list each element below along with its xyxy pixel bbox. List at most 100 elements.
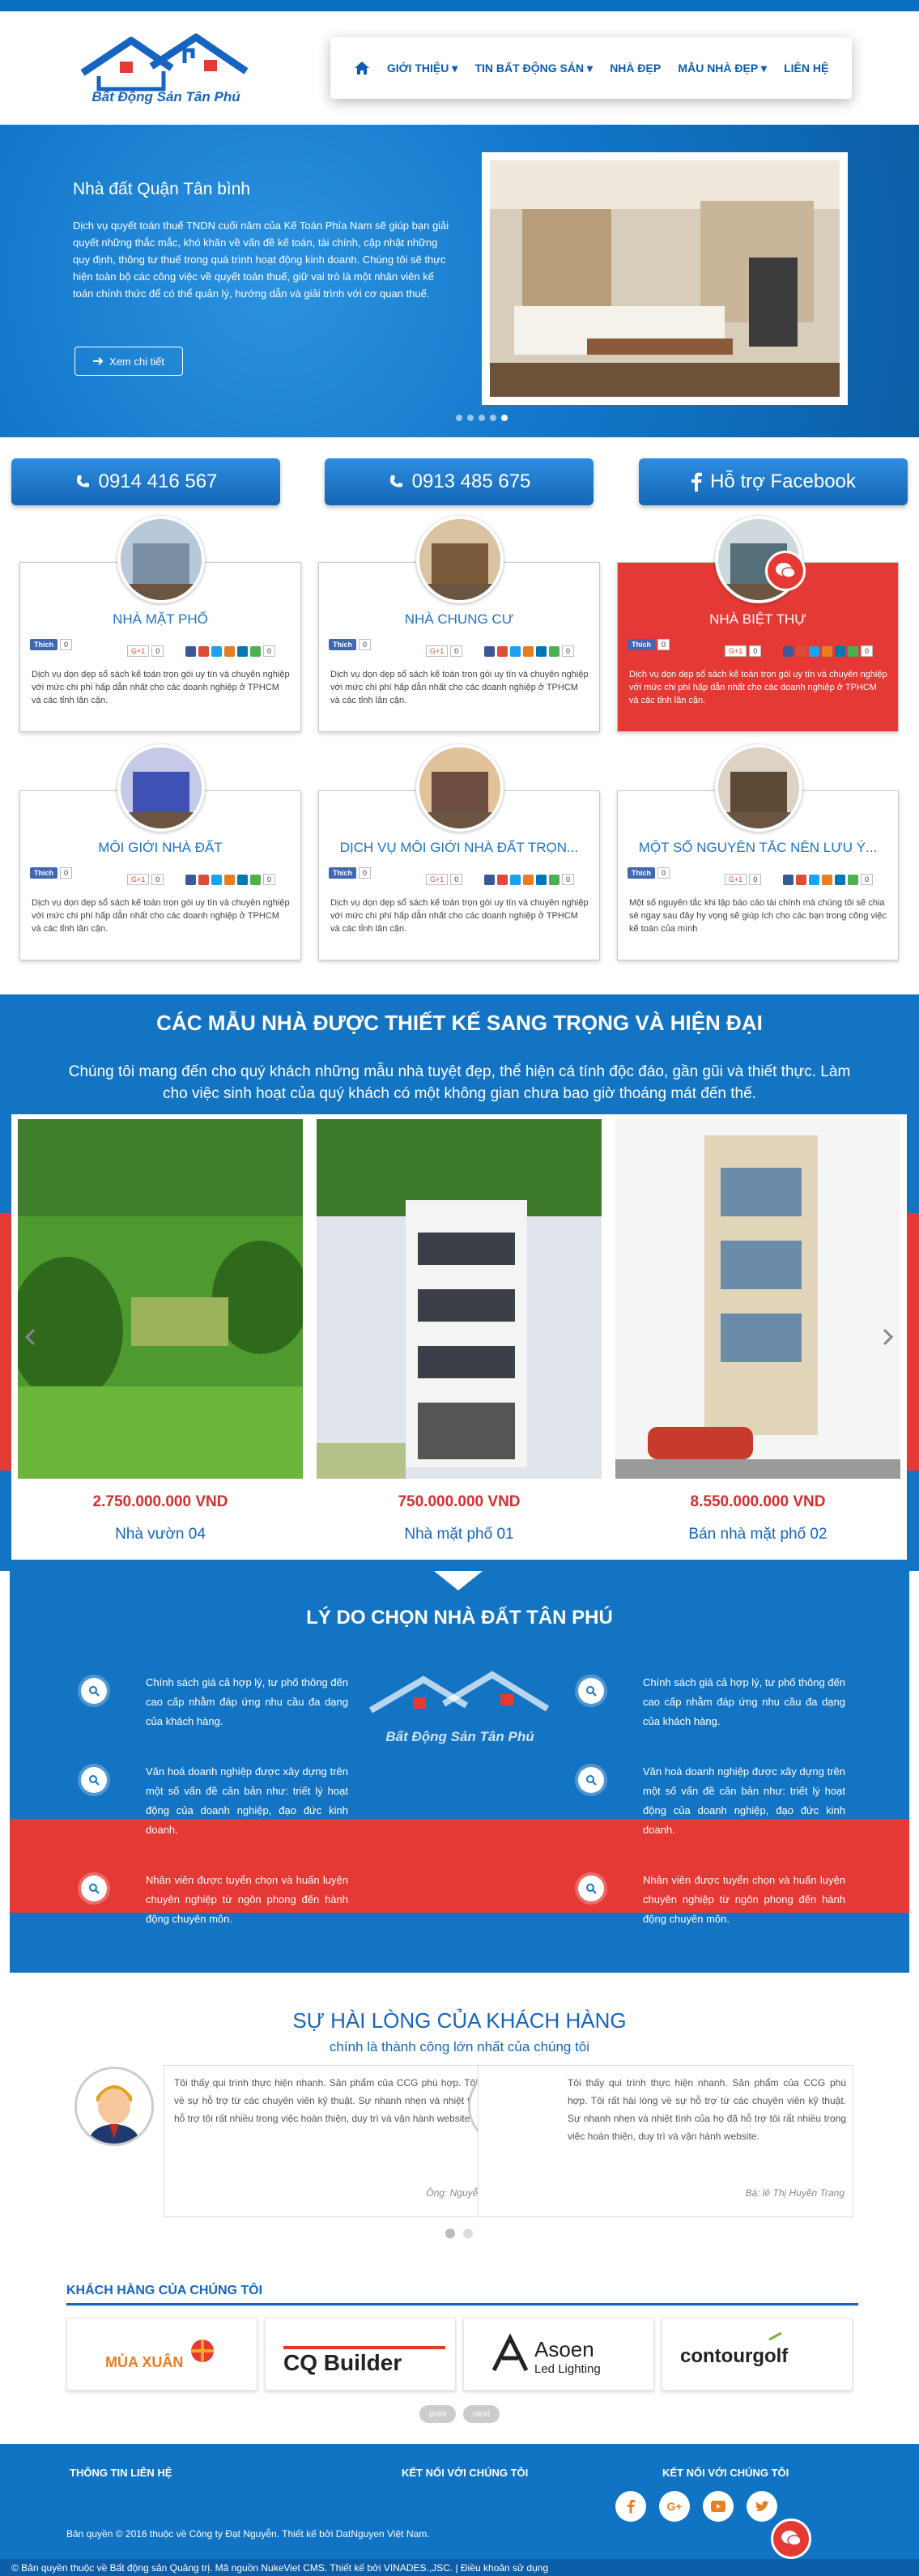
carousel-next-icon[interactable] xyxy=(883,1328,894,1346)
facebook-like-button[interactable]: Thích xyxy=(30,867,57,879)
model-name-link[interactable]: Nhà mặt phố 01 xyxy=(317,1526,602,1543)
plus-share-icon[interactable] xyxy=(549,645,559,657)
card-title[interactable]: NHÀ CHUNG CƯ xyxy=(319,611,599,628)
google-plus-button[interactable]: G+1 xyxy=(127,874,150,885)
testimonial-dot[interactable] xyxy=(463,2229,473,2238)
email-share-icon[interactable] xyxy=(224,645,235,657)
partners-prev-button[interactable]: prev xyxy=(419,2405,457,2423)
townhouse-01-image[interactable] xyxy=(317,1119,602,1479)
townhouse-02-image[interactable] xyxy=(615,1119,900,1479)
google-share-icon[interactable] xyxy=(497,874,508,885)
google-plus-button[interactable]: G+1 xyxy=(426,874,449,885)
slider-dot-active[interactable] xyxy=(501,415,508,421)
facebook-share-icon[interactable] xyxy=(185,874,196,885)
facebook-share-icon[interactable] xyxy=(783,645,793,657)
chat-button[interactable] xyxy=(771,2519,811,2559)
partners-next-button[interactable]: next xyxy=(463,2405,500,2423)
hotline-2-button[interactable]: 0913 485 675 xyxy=(325,458,594,505)
google-share-icon[interactable] xyxy=(198,874,209,885)
card-thumbnail[interactable] xyxy=(715,744,802,832)
service-card[interactable]: NHÀ CHUNG CƯ Thích 0 G+1 0 0 Dịch vụ dọn dẹp s… xyxy=(318,516,600,732)
card-title[interactable]: DỊCH VỤ MÔI GIỚI NHÀ ĐẤT TRỌN... xyxy=(319,840,599,856)
facebook-share-icon[interactable] xyxy=(484,645,495,657)
facebook-share-icon[interactable] xyxy=(484,874,495,885)
linkedin-share-icon[interactable] xyxy=(237,645,248,657)
facebook-share-icon[interactable] xyxy=(783,874,793,885)
model-name-link[interactable]: Bán nhà mặt phố 02 xyxy=(615,1526,900,1543)
google-share-icon[interactable] xyxy=(796,874,806,885)
partner-logo-asoen[interactable]: Asoen Led Lighting xyxy=(463,2318,654,2391)
hotline-1-button[interactable]: 0914 416 567 xyxy=(11,458,280,505)
twitter-share-icon[interactable] xyxy=(809,645,819,657)
slider-dot[interactable] xyxy=(456,415,462,421)
nav-lien-he[interactable]: LIÊN HỆ xyxy=(784,62,828,75)
service-card[interactable]: NHÀ MẶT PHỐ Thích 0 G+1 0 0 Dịch vụ dọn dẹp sổ… xyxy=(19,516,301,732)
service-card[interactable]: NHÀ BIỆT THỰ Thích 0 G+1 0 0 Dịch vụ dọn dẹp s… xyxy=(617,516,899,732)
card-title[interactable]: NHÀ BIỆT THỰ xyxy=(618,611,898,628)
twitter-share-icon[interactable] xyxy=(211,874,222,885)
nav-tin-bat-dong-san[interactable]: TIN BẤT ĐỘNG SẢN ▾ xyxy=(474,62,592,75)
plus-share-icon[interactable] xyxy=(848,645,858,657)
linkedin-share-icon[interactable] xyxy=(835,874,845,885)
twitter-share-icon[interactable] xyxy=(510,874,521,885)
twitter-share-icon[interactable] xyxy=(211,645,222,657)
facebook-like-button[interactable]: Thích xyxy=(329,639,356,650)
partner-logo-contourgolf[interactable]: contourgolf xyxy=(662,2318,853,2391)
google-share-icon[interactable] xyxy=(198,645,209,657)
google-share-icon[interactable] xyxy=(796,645,806,657)
youtube-link[interactable] xyxy=(703,2491,734,2522)
garden-house-image[interactable] xyxy=(18,1119,303,1479)
facebook-like-button[interactable]: Thích xyxy=(628,639,655,650)
service-card[interactable]: MÔI GIỚI NHÀ ĐẤT Thích 0 G+1 0 0 Dịch vụ dọn d… xyxy=(19,744,301,960)
service-card[interactable]: DỊCH VỤ MÔI GIỚI NHÀ ĐẤT TRỌN... Thích 0 G+… xyxy=(318,744,600,960)
google-plus-button[interactable]: G+1 xyxy=(127,645,150,657)
google-share-icon[interactable] xyxy=(497,645,508,657)
facebook-support-button[interactable]: Hỗ trợ Facebook xyxy=(639,458,908,505)
card-title[interactable]: MỘT SỐ NGUYÊN TẮC NÊN LƯU Ý... xyxy=(618,840,898,856)
testimonial-dot[interactable] xyxy=(445,2229,455,2238)
slider-dot[interactable] xyxy=(479,415,485,421)
card-thumbnail[interactable] xyxy=(117,516,205,603)
nav-mau-nha-dep[interactable]: MẪU NHÀ ĐẸP ▾ xyxy=(678,62,766,75)
google-plus-button[interactable]: G+1 xyxy=(426,645,449,657)
hero-more-button[interactable]: Xem chi tiết xyxy=(74,347,183,376)
twitter-link[interactable] xyxy=(747,2491,777,2522)
card-thumbnail[interactable] xyxy=(416,744,504,832)
twitter-share-icon[interactable] xyxy=(809,874,819,885)
card-thumbnail[interactable] xyxy=(416,516,504,603)
partner-logo-muaxuan[interactable]: MÙA XUÂN xyxy=(66,2318,257,2391)
slider-dot[interactable] xyxy=(490,415,496,421)
carousel-prev-icon[interactable] xyxy=(24,1328,36,1346)
plus-share-icon[interactable] xyxy=(250,874,261,885)
nav-nha-dep[interactable]: NHÀ ĐẸP xyxy=(610,62,661,75)
linkedin-share-icon[interactable] xyxy=(536,645,547,657)
facebook-like-button[interactable]: Thích xyxy=(30,639,57,650)
facebook-link[interactable] xyxy=(615,2491,646,2522)
facebook-share-icon[interactable] xyxy=(185,645,196,657)
email-share-icon[interactable] xyxy=(224,874,235,885)
email-share-icon[interactable] xyxy=(523,874,534,885)
facebook-like-button[interactable]: Thích xyxy=(628,867,655,879)
plus-share-icon[interactable] xyxy=(250,645,261,657)
nav-gioi-thieu[interactable]: GIỚI THIỆU ▾ xyxy=(387,62,457,75)
email-share-icon[interactable] xyxy=(822,874,832,885)
card-title[interactable]: MÔI GIỚI NHÀ ĐẤT xyxy=(20,840,300,856)
service-card[interactable]: MỘT SỐ NGUYÊN TẮC NÊN LƯU Ý... Thích 0 G+1 0… xyxy=(617,744,899,960)
home-icon[interactable] xyxy=(354,61,370,75)
google-plus-button[interactable]: G+1 xyxy=(725,874,747,885)
plus-share-icon[interactable] xyxy=(848,874,858,885)
google-plus-button[interactable]: G+1 xyxy=(725,645,747,657)
linkedin-share-icon[interactable] xyxy=(237,874,248,885)
facebook-like-button[interactable]: Thích xyxy=(329,867,356,879)
email-share-icon[interactable] xyxy=(523,645,534,657)
linkedin-share-icon[interactable] xyxy=(536,874,547,885)
twitter-share-icon[interactable] xyxy=(510,645,521,657)
slider-dot[interactable] xyxy=(467,415,474,421)
card-thumbnail[interactable] xyxy=(117,744,205,832)
card-title[interactable]: NHÀ MẶT PHỐ xyxy=(20,611,300,628)
chat-button[interactable] xyxy=(765,551,806,591)
linkedin-share-icon[interactable] xyxy=(835,645,845,657)
model-name-link[interactable]: Nhà vườn 04 xyxy=(18,1526,303,1543)
plus-share-icon[interactable] xyxy=(549,874,559,885)
email-share-icon[interactable] xyxy=(822,645,832,657)
